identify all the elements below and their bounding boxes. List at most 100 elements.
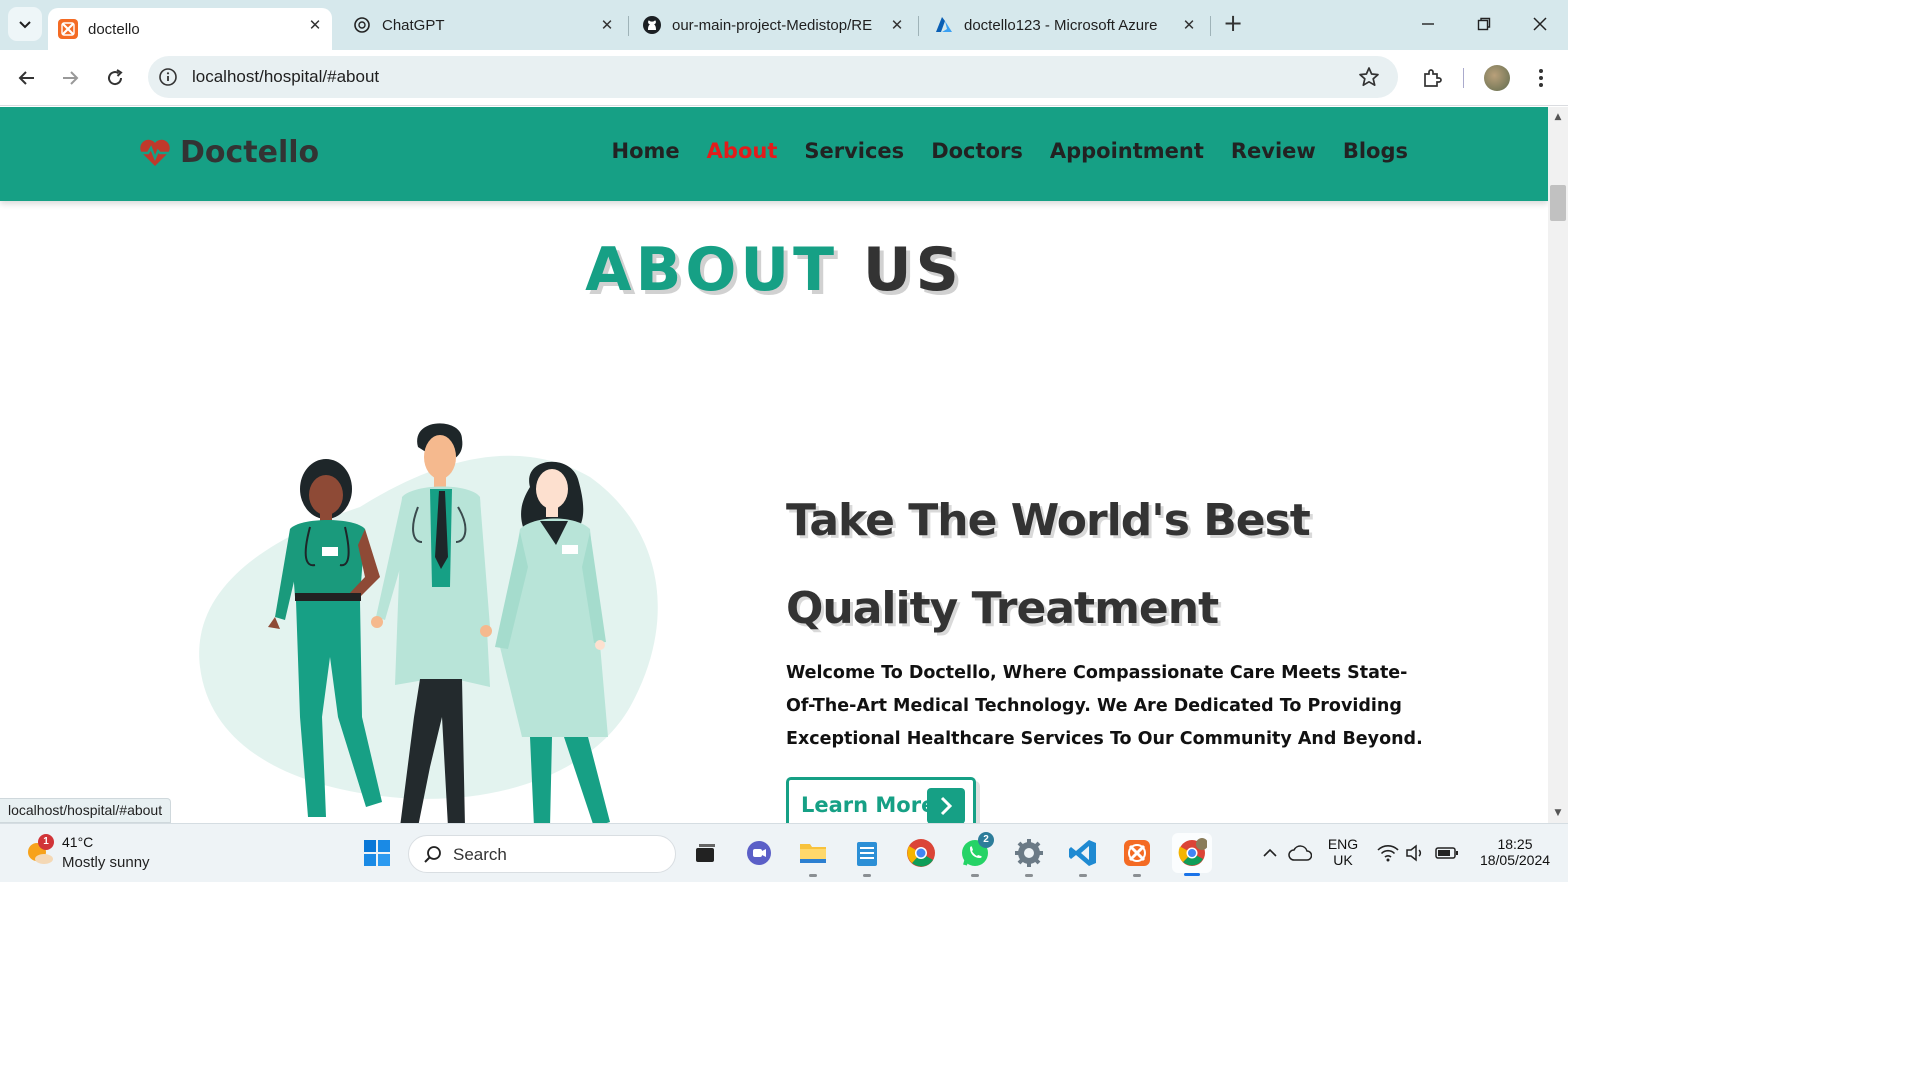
page-viewport: Doctello Home About Services Doctors App… [0,107,1548,823]
about-title-line1: Take The World's Best [786,495,1311,546]
vscode-icon[interactable] [1066,836,1100,877]
site-info-icon[interactable] [158,67,178,87]
browser-menu-icon[interactable] [1527,64,1555,92]
volume-icon[interactable] [1404,836,1428,870]
onedrive-cloud-icon[interactable] [1286,836,1314,870]
taskbar-search-box[interactable]: Search [408,835,676,873]
running-indicator [1079,874,1087,877]
running-indicator [863,874,871,877]
tab-title: ChatGPT [382,16,445,34]
bookmark-star-icon[interactable] [1358,66,1380,88]
toolbar-divider [1463,68,1464,88]
forward-arrow-icon[interactable] [56,64,84,92]
chrome-profile-active-icon[interactable] [1172,833,1212,876]
nav-services[interactable]: Services [804,139,904,163]
nav-about[interactable]: About [707,139,778,163]
chevron-right-icon [927,788,965,823]
tab-separator [1210,16,1211,36]
chrome-icon[interactable] [904,836,938,870]
tab-title: doctello123 - Microsoft Azure [964,16,1158,34]
weather-condition: Mostly sunny [62,854,150,871]
site-logo[interactable]: Doctello [138,135,319,170]
running-indicator [809,874,817,877]
scrollbar-thumb[interactable] [1550,185,1566,221]
chevron-down-icon [19,21,31,29]
scroll-up-arrow-icon[interactable]: ▲ [1552,112,1564,122]
tab-search-button[interactable] [8,7,42,41]
taskbar-search-placeholder: Search [453,845,507,864]
notepad-icon[interactable] [850,836,884,877]
running-indicator [1025,874,1033,877]
weather-badge: 1 [38,834,54,850]
nav-review[interactable]: Review [1231,139,1316,163]
language-code: ENG [1327,836,1359,852]
address-bar[interactable]: localhost/hospital/#about [148,56,1398,98]
heartbeat-icon [139,139,171,166]
back-arrow-icon[interactable] [13,64,41,92]
file-explorer-icon[interactable] [796,836,830,877]
azure-icon [934,15,954,35]
battery-icon[interactable] [1434,836,1460,870]
whatsapp-icon[interactable]: 2 [958,832,994,877]
about-title-line2: Quality Treatment [786,583,1219,634]
search-icon [424,846,441,863]
extensions-puzzle-icon[interactable] [1418,64,1446,92]
browser-tab-strip: doctello ✕ ChatGPT ✕ our-main-project-Me… [0,0,1568,50]
active-indicator [1184,873,1200,876]
doctors-illustration [199,423,658,823]
tab-separator [918,16,919,36]
clock[interactable]: 18:25 18/05/2024 [1470,836,1560,868]
new-tab-plus-icon[interactable]: + [1221,11,1245,36]
learn-more-button[interactable]: Learn More [786,777,976,823]
url-text[interactable]: localhost/hospital/#about [192,67,379,87]
nav-home[interactable]: Home [612,139,680,163]
about-description: Welcome To Doctello, Where Compassionate… [786,663,1423,749]
running-indicator [971,874,979,877]
xampp-icon [58,19,78,39]
nav-appointment[interactable]: Appointment [1050,139,1204,163]
whatsapp-badge: 2 [978,832,994,848]
close-tab-icon[interactable]: ✕ [1180,16,1198,34]
xampp-taskbar-icon[interactable] [1120,836,1154,877]
chatgpt-icon [352,15,372,35]
logo-text: Doctello [180,135,320,170]
weather-temp: 41°C [62,834,94,850]
chevron-up-icon[interactable] [1258,836,1282,870]
tab-github[interactable]: our-main-project-Medistop/RE ✕ [632,8,914,42]
restore-icon[interactable] [1472,12,1496,36]
heading-rest: US [862,235,963,305]
site-header: Doctello Home About Services Doctors App… [0,107,1548,201]
main-nav: Home About Services Doctors Appointment … [612,139,1408,163]
tab-title: our-main-project-Medistop/RE [672,16,872,34]
close-tab-icon[interactable]: ✕ [598,16,616,34]
github-icon [642,15,662,35]
about-content: Take The World's Best Quality Treatment … [786,477,1426,823]
nav-blogs[interactable]: Blogs [1343,139,1408,163]
about-title: Take The World's Best Quality Treatment [786,477,1426,653]
clock-time: 18:25 [1497,836,1533,852]
task-view-icon[interactable] [688,836,722,870]
close-tab-icon[interactable]: ✕ [888,16,906,34]
browser-toolbar: localhost/hospital/#about [0,50,1568,106]
running-indicator [1133,874,1141,877]
scroll-down-arrow-icon[interactable]: ▼ [1552,808,1564,818]
minimize-icon[interactable] [1416,12,1440,36]
tab-chatgpt[interactable]: ChatGPT ✕ [342,8,624,42]
tab-azure[interactable]: doctello123 - Microsoft Azure ✕ [924,8,1206,42]
close-tab-icon[interactable]: ✕ [306,16,324,34]
link-status-bubble: localhost/hospital/#about [0,798,172,823]
teams-chat-icon[interactable] [742,836,776,870]
close-window-icon[interactable] [1528,12,1552,36]
tab-doctello[interactable]: doctello ✕ [48,8,332,50]
clock-date: 18/05/2024 [1479,852,1551,868]
language-indicator[interactable]: ENG UK [1324,836,1362,868]
settings-gear-icon[interactable] [1012,836,1046,877]
windows-start-icon[interactable] [360,836,394,870]
wifi-icon[interactable] [1376,836,1400,870]
nav-doctors[interactable]: Doctors [931,139,1023,163]
section-heading: ABOUT US [0,235,1548,305]
tab-separator [628,16,629,36]
windows-taskbar: 1 41°C Mostly sunny Search 2 ENG UK 18:2… [0,823,1568,882]
profile-avatar[interactable] [1484,65,1510,91]
reload-icon[interactable] [101,64,129,92]
